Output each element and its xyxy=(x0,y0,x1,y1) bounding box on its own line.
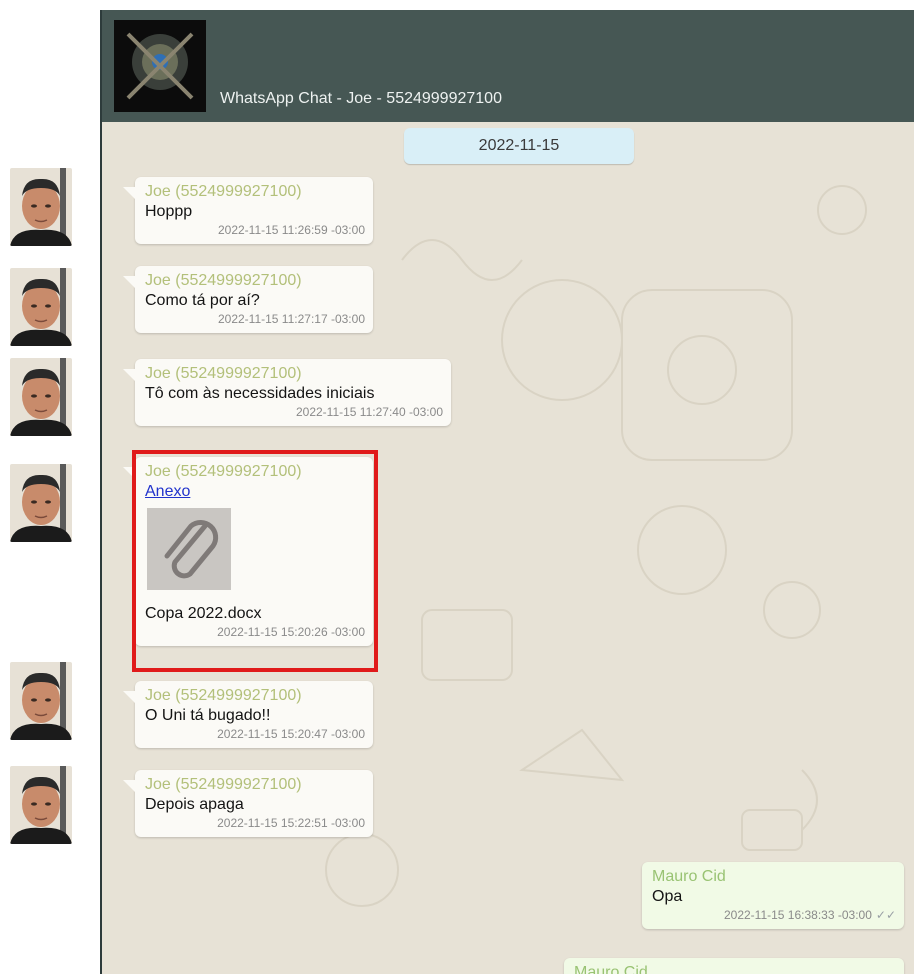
message-sender: Joe (5524999927100) xyxy=(145,776,302,793)
contact-avatar xyxy=(10,268,72,346)
message-timestamp: 2022-11-15 11:27:17 -03:00 xyxy=(217,312,365,326)
message-bubble: Joe (5524999927100) O Uni tá bugado!! 20… xyxy=(123,681,373,748)
chat-logo xyxy=(114,20,206,112)
message-timestamp: 2022-11-15 11:27:40 -03:00 xyxy=(295,405,443,419)
message-bubble: Joe (5524999927100) Hoppp 2022-11-15 11:… xyxy=(123,177,373,244)
message-bubble: Joe (5524999927100) Depois apaga 2022-11… xyxy=(123,770,373,837)
message-text: Hoppp xyxy=(145,203,193,220)
outgoing-message-bubble: Mauro Cid Opa 2022-11-15 16:38:33 -03:00… xyxy=(642,862,904,929)
message-bubble: Joe (5524999927100) Tô com às necessidad… xyxy=(123,359,451,426)
message-sender: Joe (5524999927100) xyxy=(145,183,302,200)
contact-avatar xyxy=(10,766,72,844)
chat-window: WhatsApp Chat - Joe - 5524999927100 2022… xyxy=(100,10,914,974)
highlight-box xyxy=(132,450,378,672)
message-timestamp-row: 2022-11-15 16:38:33 -03:00 ✓✓ xyxy=(652,907,896,923)
contact-avatar xyxy=(10,662,72,740)
message-text: Tô com às necessidades iniciais xyxy=(145,385,375,402)
message-sender: Joe (5524999927100) xyxy=(145,365,302,382)
contact-avatar xyxy=(10,358,72,436)
message-timestamp: 2022-11-15 11:26:59 -03:00 xyxy=(217,223,365,237)
avatar-column xyxy=(0,0,100,974)
message-text: Depois apaga xyxy=(145,796,244,813)
message-timestamp: 2022-11-15 15:22:51 -03:00 xyxy=(217,816,365,830)
message-sender: Mauro Cid xyxy=(574,964,648,974)
date-separator: 2022-11-15 xyxy=(404,128,634,164)
chat-title: WhatsApp Chat - Joe - 5524999927100 xyxy=(220,90,502,107)
contact-avatar xyxy=(10,464,72,542)
message-sender: Joe (5524999927100) xyxy=(145,272,302,289)
message-sender: Joe (5524999927100) xyxy=(145,687,302,704)
message-bubble: Joe (5524999927100) Como tá por aí? 2022… xyxy=(123,266,373,333)
message-timestamp: 2022-11-15 16:38:33 -03:00 xyxy=(723,908,872,922)
message-text: O Uni tá bugado!! xyxy=(145,707,271,724)
message-text: Como tá por aí? xyxy=(145,292,260,309)
contact-avatar xyxy=(10,168,72,246)
message-text: Opa xyxy=(652,888,683,905)
outgoing-message-bubble: Mauro Cid xyxy=(564,958,904,974)
double-check-icon: ✓✓ xyxy=(875,908,896,922)
chat-header: WhatsApp Chat - Joe - 5524999927100 xyxy=(102,10,914,122)
message-sender: Mauro Cid xyxy=(652,868,726,885)
message-timestamp: 2022-11-15 15:20:47 -03:00 xyxy=(217,727,365,741)
